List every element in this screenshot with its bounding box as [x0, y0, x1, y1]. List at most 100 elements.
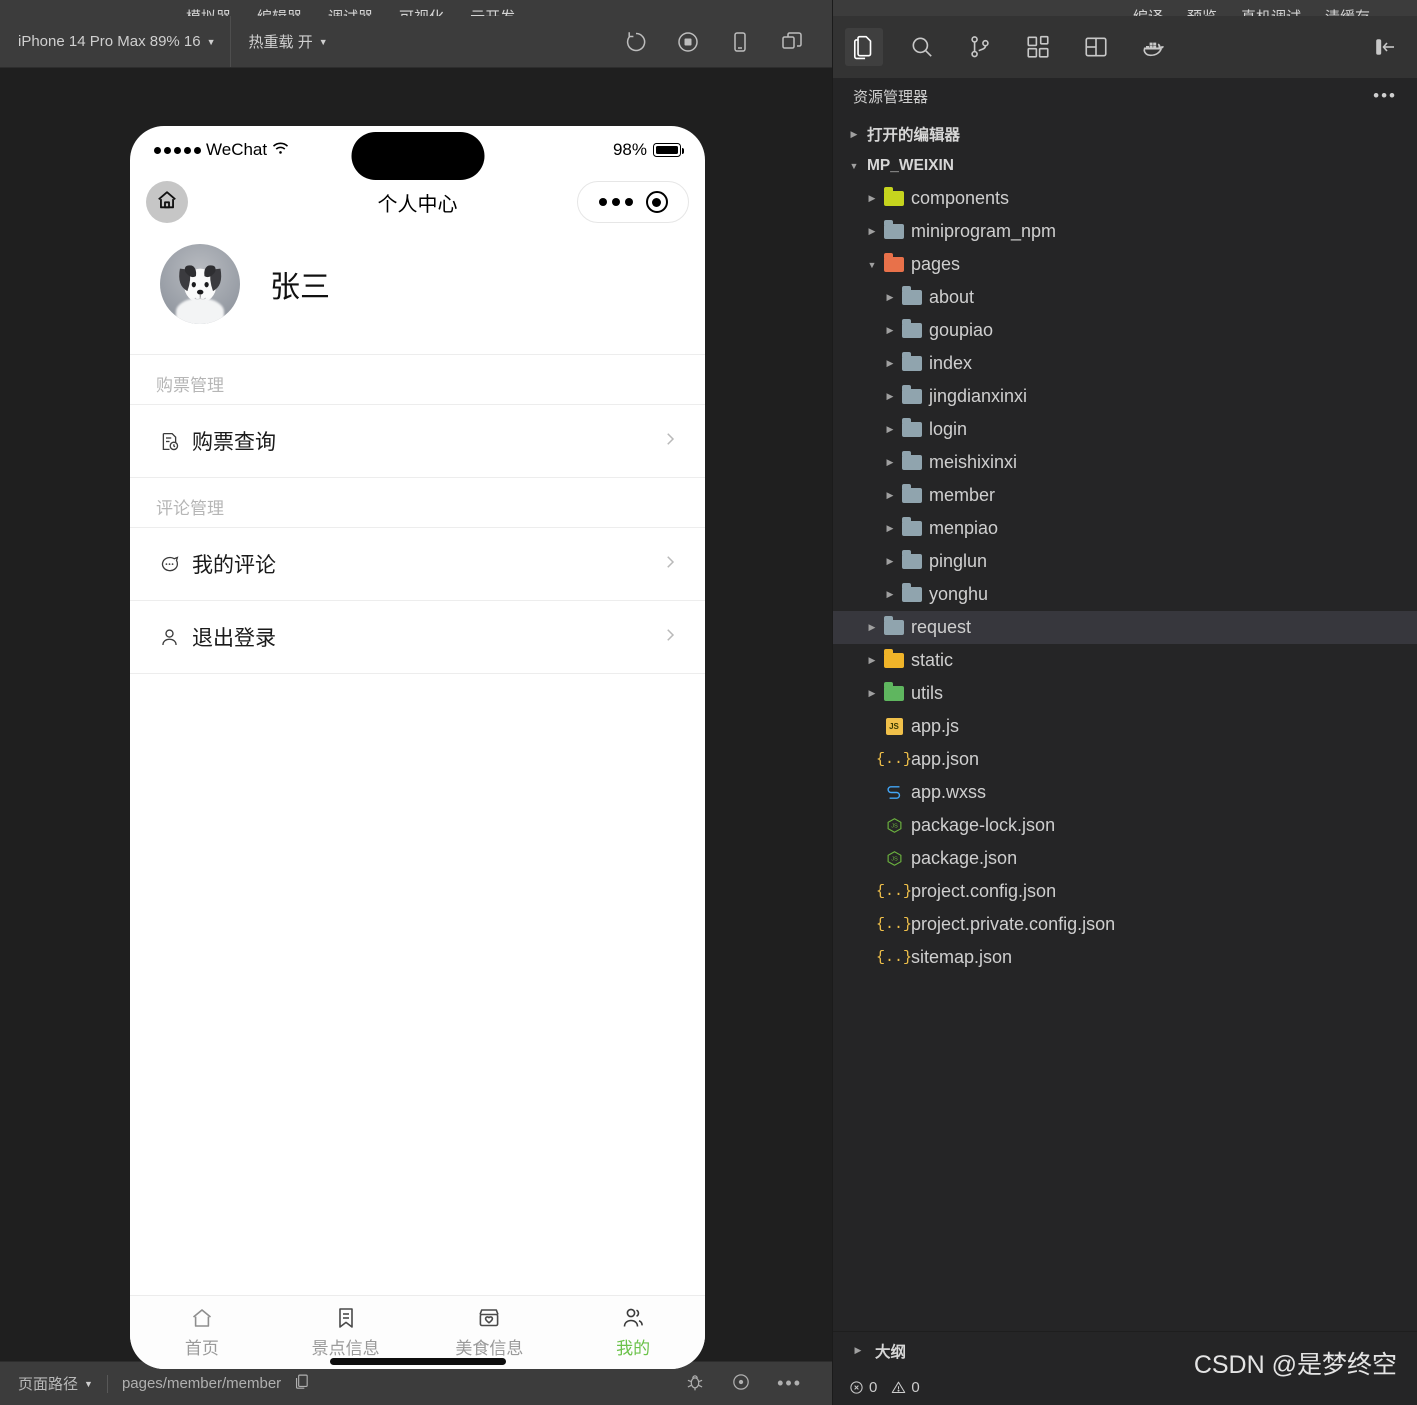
chevron-right-icon[interactable]: ▶ — [863, 193, 881, 204]
chevron-right-icon[interactable]: ▶ — [863, 688, 881, 699]
tree-item-label: static — [911, 650, 954, 670]
tab-home[interactable]: 首页 — [130, 1306, 274, 1359]
tree-item-yonghu[interactable]: ▶ yonghu — [833, 578, 1417, 611]
chevron-right-icon[interactable]: ▶ — [881, 292, 899, 303]
vs-menu-item-1[interactable]: 预览 — [1187, 10, 1217, 16]
menu-row-my-comments[interactable]: 我的评论 — [130, 528, 705, 600]
vscode-status-bar: 0 0 — [833, 1369, 1417, 1405]
chevron-right-icon[interactable]: ▶ — [881, 556, 899, 567]
page-empty-area — [130, 674, 705, 1295]
vs-menu-item-2[interactable]: 真机调试 — [1241, 10, 1301, 16]
record-stop-icon[interactable] — [676, 30, 700, 54]
tree-item-utils[interactable]: ▶ utils — [833, 677, 1417, 710]
tree-item-member[interactable]: ▶ member — [833, 479, 1417, 512]
status-battery-group: 98% — [612, 140, 684, 160]
warning-status[interactable]: 0 — [891, 1378, 920, 1396]
tab-food-info[interactable]: 美食信息 — [418, 1306, 562, 1359]
wifi-icon — [272, 140, 289, 160]
shop-icon — [477, 1306, 501, 1330]
tab-scenic-info[interactable]: 景点信息 — [274, 1306, 418, 1359]
tree-item-app-wxss[interactable]: ▶ app.wxss — [833, 776, 1417, 809]
svg-text:JS: JS — [891, 857, 898, 863]
layout-icon[interactable] — [1077, 28, 1115, 66]
multi-window-icon[interactable] — [780, 30, 804, 54]
extensions-icon[interactable] — [1019, 28, 1057, 66]
chevron-right-icon[interactable]: ▶ — [881, 457, 899, 468]
tree-item-jingdianxinxi[interactable]: ▶ jingdianxinxi — [833, 380, 1417, 413]
error-status[interactable]: 0 — [849, 1379, 877, 1396]
nav-home-button[interactable] — [146, 181, 188, 223]
warning-icon — [892, 1381, 906, 1393]
menu-row-ticket-query[interactable]: 购票查询 — [130, 405, 705, 477]
hot-reload-toggle[interactable]: 热重载 开 ▼ — [231, 16, 346, 67]
chevron-right-icon[interactable]: ▶ — [863, 622, 881, 633]
tree-item-pages[interactable]: ▼ pages — [833, 248, 1417, 281]
tree-item-label: app.wxss — [911, 782, 987, 802]
folder-icon — [899, 352, 925, 371]
chevron-down-icon[interactable]: ▼ — [863, 260, 881, 270]
device-icon[interactable] — [728, 30, 752, 54]
tree-item-miniprogram-npm[interactable]: ▶ miniprogram_npm — [833, 215, 1417, 248]
tree-item-goupiao[interactable]: ▶ goupiao — [833, 314, 1417, 347]
menu-row-logout[interactable]: 退出登录 — [130, 601, 705, 673]
tree-item-app-js[interactable]: ▶JSapp.js — [833, 710, 1417, 743]
chevron-right-icon[interactable]: ▶ — [863, 655, 881, 666]
bug-icon[interactable] — [685, 1372, 705, 1396]
source-control-icon[interactable] — [961, 28, 999, 66]
chevron-right-icon[interactable]: ▶ — [881, 589, 899, 600]
chevron-right-icon[interactable]: ▶ — [863, 226, 881, 237]
chevron-right-icon[interactable]: ▶ — [881, 391, 899, 402]
chevron-right-icon[interactable]: ▶ — [881, 325, 899, 336]
warning-count: 0 — [911, 1378, 920, 1396]
more-icon[interactable]: ••• — [777, 1373, 802, 1394]
vs-menu-item-0[interactable]: 编译 — [1133, 10, 1163, 16]
close-target-icon[interactable] — [645, 191, 668, 213]
tree-item-login[interactable]: ▶ login — [833, 413, 1417, 446]
copy-icon[interactable] — [293, 1373, 310, 1394]
folder-icon — [881, 187, 907, 206]
battery-percent-label: 98% — [612, 140, 647, 159]
docker-icon[interactable] — [1135, 28, 1173, 66]
outline-section[interactable]: ▶ 大纲 — [833, 1331, 1417, 1369]
tree-item-project-config-json[interactable]: ▶{..}project.config.json — [833, 875, 1417, 908]
tree-item-sitemap-json[interactable]: ▶{..}sitemap.json — [833, 941, 1417, 974]
tree-item-menpiao[interactable]: ▶ menpiao — [833, 512, 1417, 545]
more-icon[interactable] — [598, 198, 633, 206]
tree-item-label: meishixinxi — [929, 452, 1018, 472]
chevron-right-icon[interactable]: ▶ — [881, 424, 899, 435]
device-selector[interactable]: iPhone 14 Pro Max 89% 16 ▼ — [0, 16, 231, 67]
refresh-icon[interactable] — [624, 30, 648, 54]
wechat-capsule[interactable] — [577, 181, 689, 223]
tree-item-request[interactable]: ▶ request — [833, 611, 1417, 644]
tree-item-about[interactable]: ▶ about — [833, 281, 1417, 314]
chevron-right-icon[interactable]: ▶ — [881, 358, 899, 369]
tab-mine[interactable]: 我的 — [561, 1306, 705, 1359]
tree-item-package-lock-json[interactable]: ▶ JS package-lock.json — [833, 809, 1417, 842]
tree-item-package-json[interactable]: ▶ JS package.json — [833, 842, 1417, 875]
search-icon[interactable] — [903, 28, 941, 66]
chevron-down-icon[interactable]: ▼ — [84, 1379, 93, 1389]
files-icon[interactable] — [845, 28, 883, 66]
collapse-panel-icon[interactable] — [1367, 28, 1405, 66]
avatar[interactable] — [160, 244, 240, 324]
page-path-label[interactable]: 页面路径 — [18, 1373, 78, 1394]
tree-item-label: pages — [911, 254, 961, 274]
tree-section-root[interactable]: ▼ MP_WEIXIN — [833, 150, 1417, 182]
eye-icon[interactable] — [731, 1372, 751, 1396]
chevron-right-icon[interactable]: ▶ — [881, 490, 899, 501]
tree-item-static[interactable]: ▶ static — [833, 644, 1417, 677]
profile-header: 张三 — [130, 230, 705, 354]
tree-item-project-private-config-json[interactable]: ▶{..}project.private.config.json — [833, 908, 1417, 941]
tree-item-label: pinglun — [929, 551, 988, 571]
tree-item-app-json[interactable]: ▶{..}app.json — [833, 743, 1417, 776]
vs-menu-item-3[interactable]: 清缓存 — [1325, 10, 1370, 16]
tree-item-pinglun[interactable]: ▶ pinglun — [833, 545, 1417, 578]
tree-item-meishixinxi[interactable]: ▶ meishixinxi — [833, 446, 1417, 479]
tree-item-index[interactable]: ▶ index — [833, 347, 1417, 380]
js-file-icon: JS — [881, 718, 907, 735]
tree-item-components[interactable]: ▶ components — [833, 182, 1417, 215]
phone-tab-bar: 首页 景点信息 美食信息 我的 — [130, 1295, 705, 1369]
more-icon[interactable]: ••• — [1373, 86, 1397, 106]
chevron-right-icon[interactable]: ▶ — [881, 523, 899, 534]
tree-section-open-editors[interactable]: ▶ 打开的编辑器 — [833, 118, 1417, 150]
